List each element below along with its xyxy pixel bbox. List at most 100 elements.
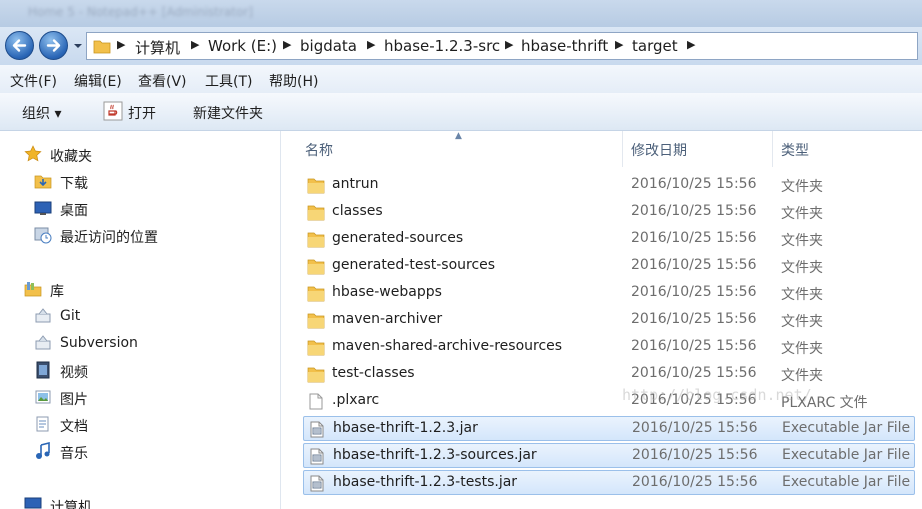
file-type: Executable Jar File <box>782 420 911 436</box>
subversion-library-icon <box>35 335 51 350</box>
column-divider[interactable] <box>772 131 773 167</box>
nav-item-label: 文档 <box>60 419 88 435</box>
file-name: generated-sources <box>332 230 464 246</box>
breadcrumb-hbase-thrift[interactable]: hbase-thrift <box>521 37 608 55</box>
git-library-icon <box>35 308 51 323</box>
nav-item-label: 桌面 <box>60 203 88 219</box>
nav-favorites-label: 收藏夹 <box>50 149 92 165</box>
documents-library-icon <box>36 416 49 432</box>
nav-computer-label: 计算机 <box>50 500 92 509</box>
file-row[interactable]: hbase-webapps 2016/10/25 15:56 文件夹 <box>303 281 915 306</box>
file-row[interactable]: hbase-thrift-1.2.3.jar 2016/10/25 15:56 Ex… <box>303 416 915 441</box>
breadcrumb-separator-icon[interactable]: ▶ <box>117 38 125 51</box>
breadcrumb-target[interactable]: target <box>632 37 678 55</box>
file-date: 2016/10/25 15:56 <box>631 257 757 273</box>
file-list-pane[interactable]: ▲ 名称 修改日期 类型 antrun 2016/10/25 15:56 文件夹 cl… <box>281 131 922 509</box>
column-type[interactable]: 类型 <box>781 140 809 160</box>
file-icon <box>309 393 323 410</box>
forward-button[interactable] <box>39 31 68 60</box>
menu-view[interactable]: 查看(V) <box>138 71 187 91</box>
file-date: 2016/10/25 15:56 <box>631 176 757 192</box>
downloads-folder-icon <box>34 175 52 189</box>
file-row[interactable]: classes 2016/10/25 15:56 文件夹 <box>303 200 915 225</box>
nav-item-label: 视频 <box>60 365 88 381</box>
file-row[interactable]: .plxarc 2016/10/25 15:56 PLXARC 文件 <box>303 389 915 414</box>
open-label: 打开 <box>128 106 156 122</box>
file-row[interactable]: maven-shared-archive-resources 2016/10/25… <box>303 335 915 360</box>
nav-item-label: 最近访问的位置 <box>60 230 158 246</box>
column-date-modified[interactable]: 修改日期 <box>631 140 687 160</box>
file-date: 2016/10/25 15:56 <box>632 447 758 463</box>
file-type: 文件夹 <box>781 314 823 330</box>
file-type: Executable Jar File <box>782 474 911 490</box>
desktop-icon <box>34 201 52 215</box>
file-date: 2016/10/25 15:56 <box>631 284 757 300</box>
menu-file[interactable]: 文件(F) <box>10 71 57 91</box>
new-folder-button[interactable]: 新建文件夹 <box>193 103 263 123</box>
file-name: hbase-webapps <box>332 284 442 300</box>
file-name: generated-test-sources <box>332 257 496 273</box>
folder-icon <box>307 313 325 329</box>
column-header: ▲ 名称 修改日期 类型 <box>281 131 922 167</box>
file-name: hbase-thrift-1.2.3-tests.jar <box>333 474 518 490</box>
breadcrumb-separator-icon[interactable]: ▶ <box>283 38 291 51</box>
file-date: 2016/10/25 15:56 <box>631 230 757 246</box>
address-bar: ▶ 计算机 ▶ Work (E:) ▶ bigdata ▶ hbase-1.2.… <box>0 27 922 65</box>
breadcrumb-bigdata[interactable]: bigdata <box>300 37 357 55</box>
breadcrumb-separator-icon[interactable]: ▶ <box>687 38 695 51</box>
navigation-pane[interactable]: 收藏夹 下载 桌面 最近访问的位置 库 Git Subversion 视频 图片… <box>0 131 281 509</box>
recent-places-icon <box>34 227 52 244</box>
video-library-icon <box>36 361 50 379</box>
file-row[interactable]: generated-sources 2016/10/25 15:56 文件夹 <box>303 227 915 252</box>
breadcrumb-hbase-src[interactable]: hbase-1.2.3-src <box>384 37 500 55</box>
file-row[interactable]: test-classes 2016/10/25 15:56 文件夹 <box>303 362 915 387</box>
nav-item-label: 下载 <box>60 176 88 192</box>
java-icon <box>103 101 123 121</box>
jar-file-icon <box>310 475 324 492</box>
file-name: hbase-thrift-1.2.3-sources.jar <box>333 447 537 463</box>
file-date: 2016/10/25 15:56 <box>632 420 758 436</box>
nav-item-label: Subversion <box>60 335 138 351</box>
file-name: hbase-thrift-1.2.3.jar <box>333 420 478 436</box>
file-row[interactable]: hbase-thrift-1.2.3-tests.jar 2016/10/25 1… <box>303 470 915 495</box>
menu-help[interactable]: 帮助(H) <box>269 71 318 91</box>
nav-item-label: Git <box>60 308 81 324</box>
file-type: 文件夹 <box>781 179 823 195</box>
back-arrow-icon <box>12 39 27 52</box>
back-button[interactable] <box>5 31 34 60</box>
menu-edit[interactable]: 编辑(E) <box>74 71 122 91</box>
breadcrumb-separator-icon[interactable]: ▶ <box>191 38 199 51</box>
title-bar: Home 5 - Notepad++ [Administrator] <box>0 0 922 27</box>
file-row[interactable]: hbase-thrift-1.2.3-sources.jar 2016/10/25… <box>303 443 915 468</box>
file-date: 2016/10/25 15:56 <box>631 203 757 219</box>
menu-tools[interactable]: 工具(T) <box>205 71 252 91</box>
file-type: 文件夹 <box>781 287 823 303</box>
file-row[interactable]: maven-archiver 2016/10/25 15:56 文件夹 <box>303 308 915 333</box>
file-type: 文件夹 <box>781 341 823 357</box>
file-name: classes <box>332 203 383 219</box>
folder-icon <box>307 205 325 221</box>
folder-icon <box>93 40 111 54</box>
file-type: 文件夹 <box>781 260 823 276</box>
column-divider[interactable] <box>622 131 623 167</box>
breadcrumb-separator-icon[interactable]: ▶ <box>505 38 513 51</box>
column-name[interactable]: 名称 <box>305 140 333 160</box>
file-name: test-classes <box>332 365 415 381</box>
chevron-down-icon <box>74 44 82 48</box>
folder-icon <box>307 286 325 302</box>
jar-file-icon <box>310 421 324 438</box>
file-name: maven-archiver <box>332 311 443 327</box>
music-library-icon <box>36 442 50 459</box>
window-title: Home 5 - Notepad++ [Administrator] <box>28 5 253 19</box>
breadcrumb-separator-icon[interactable]: ▶ <box>367 38 375 51</box>
recent-pages-dropdown[interactable] <box>72 39 84 53</box>
breadcrumb-work-drive[interactable]: Work (E:) <box>208 37 277 55</box>
breadcrumb[interactable]: ▶ 计算机 ▶ Work (E:) ▶ bigdata ▶ hbase-1.2.… <box>86 32 918 60</box>
folder-icon <box>307 367 325 383</box>
file-row[interactable]: antrun 2016/10/25 15:56 文件夹 <box>303 173 915 198</box>
file-type: PLXARC 文件 <box>781 395 868 411</box>
file-row[interactable]: generated-test-sources 2016/10/25 15:56 文件… <box>303 254 915 279</box>
breadcrumb-computer[interactable]: 计算机 <box>135 37 180 58</box>
breadcrumb-separator-icon[interactable]: ▶ <box>615 38 623 51</box>
organize-button[interactable]: 组织 ▾ <box>22 103 61 123</box>
